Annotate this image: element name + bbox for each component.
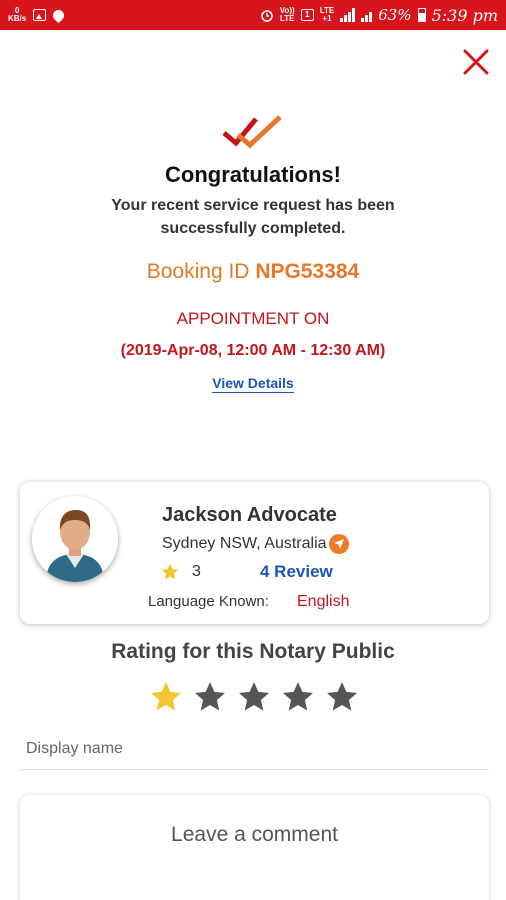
- lte-indicator: LTE +1: [319, 6, 335, 23]
- appointment-label: APPOINTMENT ON: [176, 309, 330, 328]
- star-2[interactable]: [192, 679, 228, 715]
- advocate-name: Jackson Advocate: [162, 504, 337, 526]
- clock: 5:39 pm: [431, 5, 498, 25]
- star-5[interactable]: [324, 679, 360, 715]
- alarm-icon: [260, 10, 273, 22]
- comment-field[interactable]: [20, 795, 489, 900]
- congratulations-title: Congratulations!: [165, 162, 341, 187]
- rating-value: 3: [192, 563, 201, 580]
- battery-percent: 63%: [378, 6, 412, 24]
- language-value: English: [297, 593, 350, 610]
- location-text: Sydney NSW, Australia: [162, 535, 327, 552]
- appointment-time: (2019-Apr-08, 12:00 AM - 12:30 AM): [120, 342, 386, 359]
- person-icon: [32, 496, 118, 582]
- comment-box: [20, 795, 489, 900]
- booking-id-line: Booking ID NPG53384: [0, 260, 506, 284]
- language-label: Language Known:: [148, 593, 269, 610]
- rating-summary: 3: [160, 562, 201, 582]
- booking-id-label: Booking ID: [146, 260, 250, 283]
- success-message: Your recent service request has been suc…: [111, 197, 395, 237]
- gallery-icon: [33, 9, 47, 21]
- star-4[interactable]: [280, 679, 316, 715]
- profile-card[interactable]: Jackson Advocate Sydney NSW, Australia 3…: [20, 482, 489, 624]
- display-name-field[interactable]: [20, 728, 489, 770]
- star-rating-input[interactable]: [148, 679, 360, 715]
- reviews-link[interactable]: 4 Review: [260, 562, 333, 582]
- signal-2-icon: [361, 8, 373, 22]
- signal-icon: [340, 8, 356, 22]
- avatar: [32, 496, 118, 582]
- star-icon: [161, 563, 179, 580]
- star-1[interactable]: [148, 679, 184, 715]
- advocate-location: Sydney NSW, Australia: [162, 534, 349, 554]
- view-details-link[interactable]: View Details: [212, 375, 294, 393]
- close-button[interactable]: [458, 44, 494, 80]
- navigation-arrow-icon[interactable]: [328, 534, 349, 554]
- status-bar: 0 KB/s Vo)) LTE 1 LTE +1 63% 5:39 pm: [0, 0, 506, 30]
- rating-title: Rating for this Notary Public: [111, 640, 395, 663]
- battery-icon: [417, 8, 426, 22]
- sim-icon: 1: [300, 9, 314, 21]
- close-icon: [463, 49, 489, 75]
- volte-indicator: Vo)) LTE: [279, 6, 295, 23]
- location-pin-icon: [50, 7, 67, 23]
- star-3[interactable]: [236, 679, 272, 715]
- double-check-icon: [222, 115, 282, 149]
- booking-id-value: NPG53384: [255, 260, 360, 283]
- network-speed: 0 KB/s: [8, 6, 27, 23]
- view-details-row: View Details: [0, 375, 506, 393]
